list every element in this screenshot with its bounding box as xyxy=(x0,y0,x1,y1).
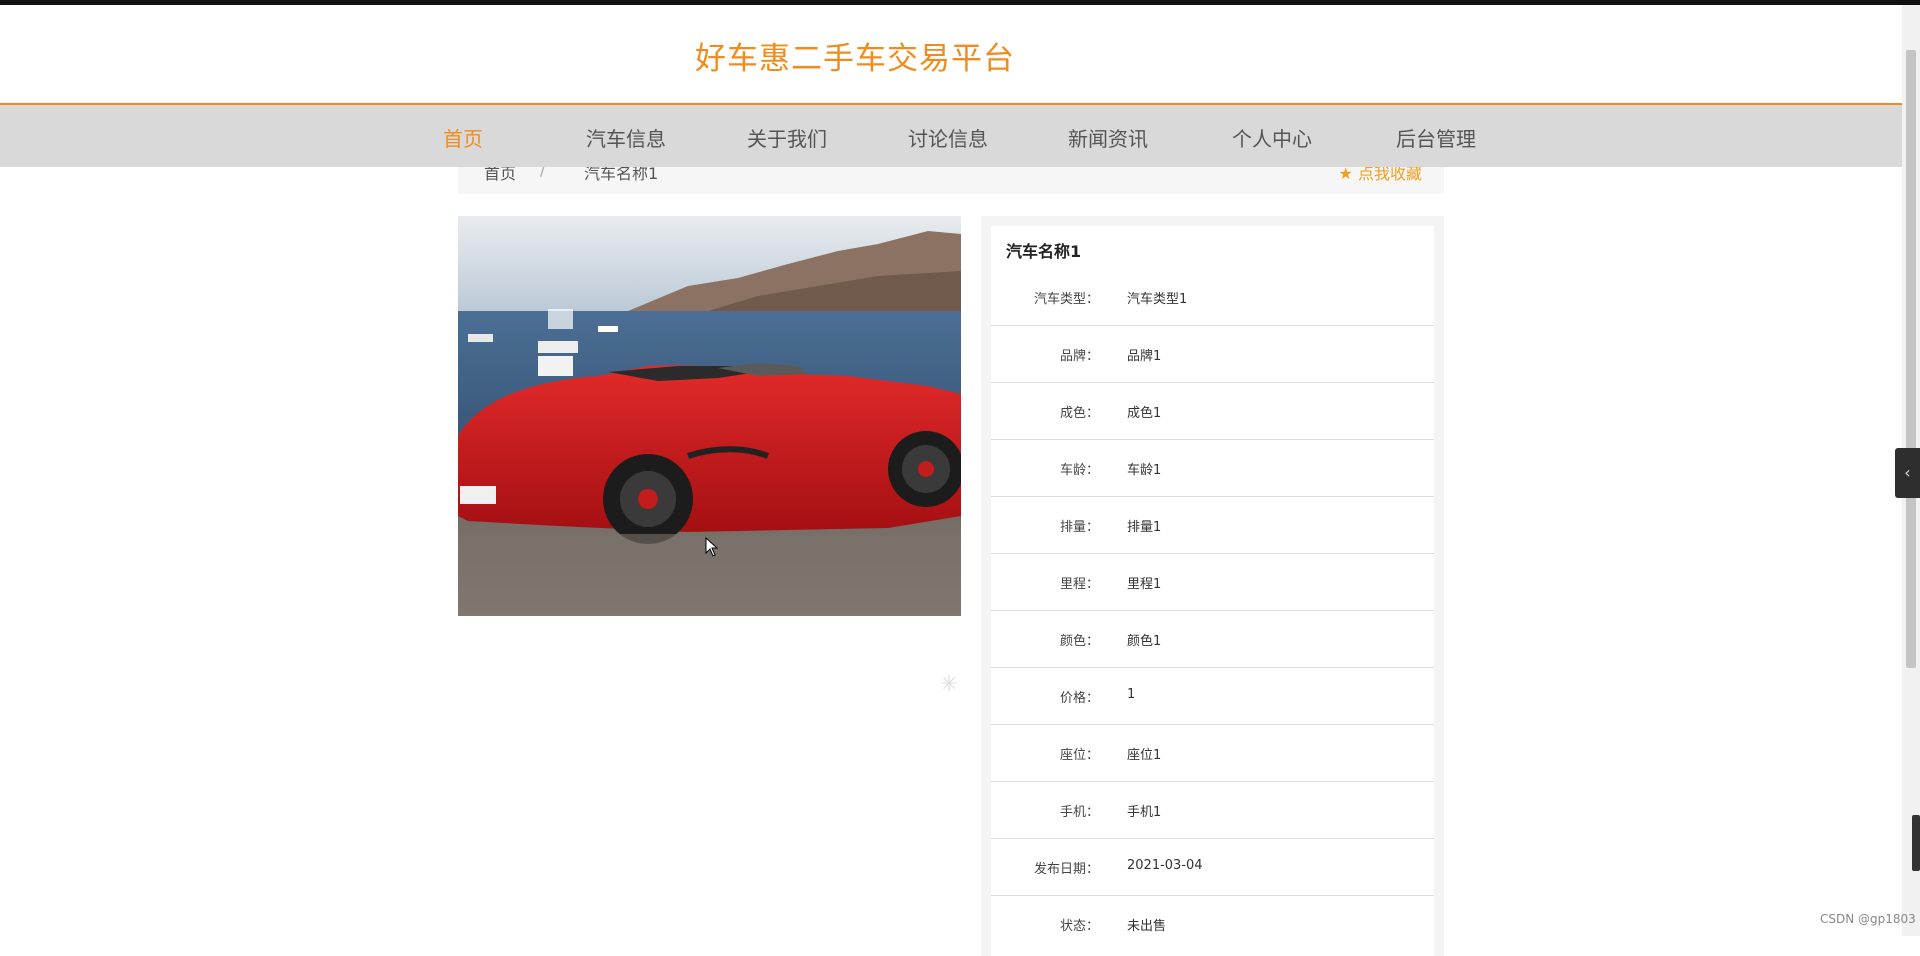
nav-item-about[interactable]: 关于我们 xyxy=(747,123,827,152)
scrollbar-thumb[interactable] xyxy=(1906,50,1916,668)
chevron-left-icon: ‹ xyxy=(1904,463,1911,482)
detail-label: 排量： xyxy=(1059,520,1099,535)
scrollbar-secondary-thumb[interactable] xyxy=(1912,815,1920,871)
nav-item-admin[interactable]: 后台管理 xyxy=(1396,123,1476,152)
nav-item-news[interactable]: 新闻资讯 xyxy=(1068,123,1148,152)
detail-row-age: 车龄： 车龄1 xyxy=(991,439,1434,497)
detail-row-status: 状态： 未出售 xyxy=(991,895,1434,952)
detail-value: 品牌1 xyxy=(1127,349,1162,364)
detail-row-phone: 手机： 手机1 xyxy=(991,781,1434,839)
nav-item-cars[interactable]: 汽车信息 xyxy=(586,123,666,152)
detail-label: 价格： xyxy=(1059,691,1099,706)
detail-label: 车龄： xyxy=(1059,463,1099,478)
watermark: CSDN @gp1803 xyxy=(1820,912,1916,926)
side-panel-toggle-button[interactable]: ‹ xyxy=(1895,448,1920,498)
detail-label: 品牌： xyxy=(1059,349,1099,364)
detail-value: 1 xyxy=(1127,687,1136,702)
detail-label: 里程： xyxy=(1059,577,1099,592)
detail-label: 成色： xyxy=(1059,406,1099,421)
detail-row-publish-date: 发布日期： 2021-03-04 xyxy=(991,838,1434,896)
main-nav: 首页 汽车信息 关于我们 讨论信息 新闻资讯 个人中心 后台管理 xyxy=(0,105,1902,167)
detail-label: 状态： xyxy=(1059,919,1099,934)
detail-value: 未出售 xyxy=(1127,919,1167,934)
detail-value: 手机1 xyxy=(1127,805,1162,820)
nav-item-profile[interactable]: 个人中心 xyxy=(1232,123,1312,152)
detail-value: 车龄1 xyxy=(1127,463,1162,478)
nav-item-home[interactable]: 首页 xyxy=(443,123,483,152)
detail-row-price: 价格： 1 xyxy=(991,667,1434,725)
mouse-cursor-icon xyxy=(705,536,719,561)
detail-row-mileage: 里程： 里程1 xyxy=(991,553,1434,611)
nav-item-discussion[interactable]: 讨论信息 xyxy=(908,123,988,152)
detail-label: 手机： xyxy=(1059,805,1099,820)
site-header: 好车惠二手车交易平台 xyxy=(0,5,1902,105)
detail-value: 汽车类型1 xyxy=(1127,292,1188,307)
detail-value: 成色1 xyxy=(1127,406,1162,421)
detail-value: 排量1 xyxy=(1127,520,1162,535)
detail-label: 颜色： xyxy=(1059,634,1099,649)
detail-card: 汽车名称1 汽车类型： 汽车类型1 品牌： 品牌1 成色： 成色1 车龄： 车龄… xyxy=(991,226,1434,956)
detail-value: 里程1 xyxy=(1127,577,1162,592)
detail-value: 颜色1 xyxy=(1127,634,1162,649)
detail-value: 2021-03-04 xyxy=(1127,858,1203,873)
detail-row-displacement: 排量： 排量1 xyxy=(991,496,1434,554)
car-name-title: 汽车名称1 xyxy=(1006,242,1082,261)
site-title: 好车惠二手车交易平台 xyxy=(695,41,1015,77)
detail-value: 座位1 xyxy=(1127,748,1162,763)
detail-row-color: 颜色： 颜色1 xyxy=(991,610,1434,668)
detail-row-condition: 成色： 成色1 xyxy=(991,382,1434,440)
detail-panel: 汽车名称1 汽车类型： 汽车类型1 品牌： 品牌1 成色： 成色1 车龄： 车龄… xyxy=(981,216,1444,956)
detail-label: 座位： xyxy=(1059,748,1099,763)
detail-row-type: 汽车类型： 汽车类型1 xyxy=(991,268,1434,326)
detail-label: 汽车类型： xyxy=(1033,292,1099,307)
detail-label: 发布日期： xyxy=(1033,862,1099,877)
detail-row-brand: 品牌： 品牌1 xyxy=(991,325,1434,383)
loading-spinner-icon: ✳ xyxy=(940,672,959,697)
detail-row-seats: 座位： 座位1 xyxy=(991,724,1434,782)
